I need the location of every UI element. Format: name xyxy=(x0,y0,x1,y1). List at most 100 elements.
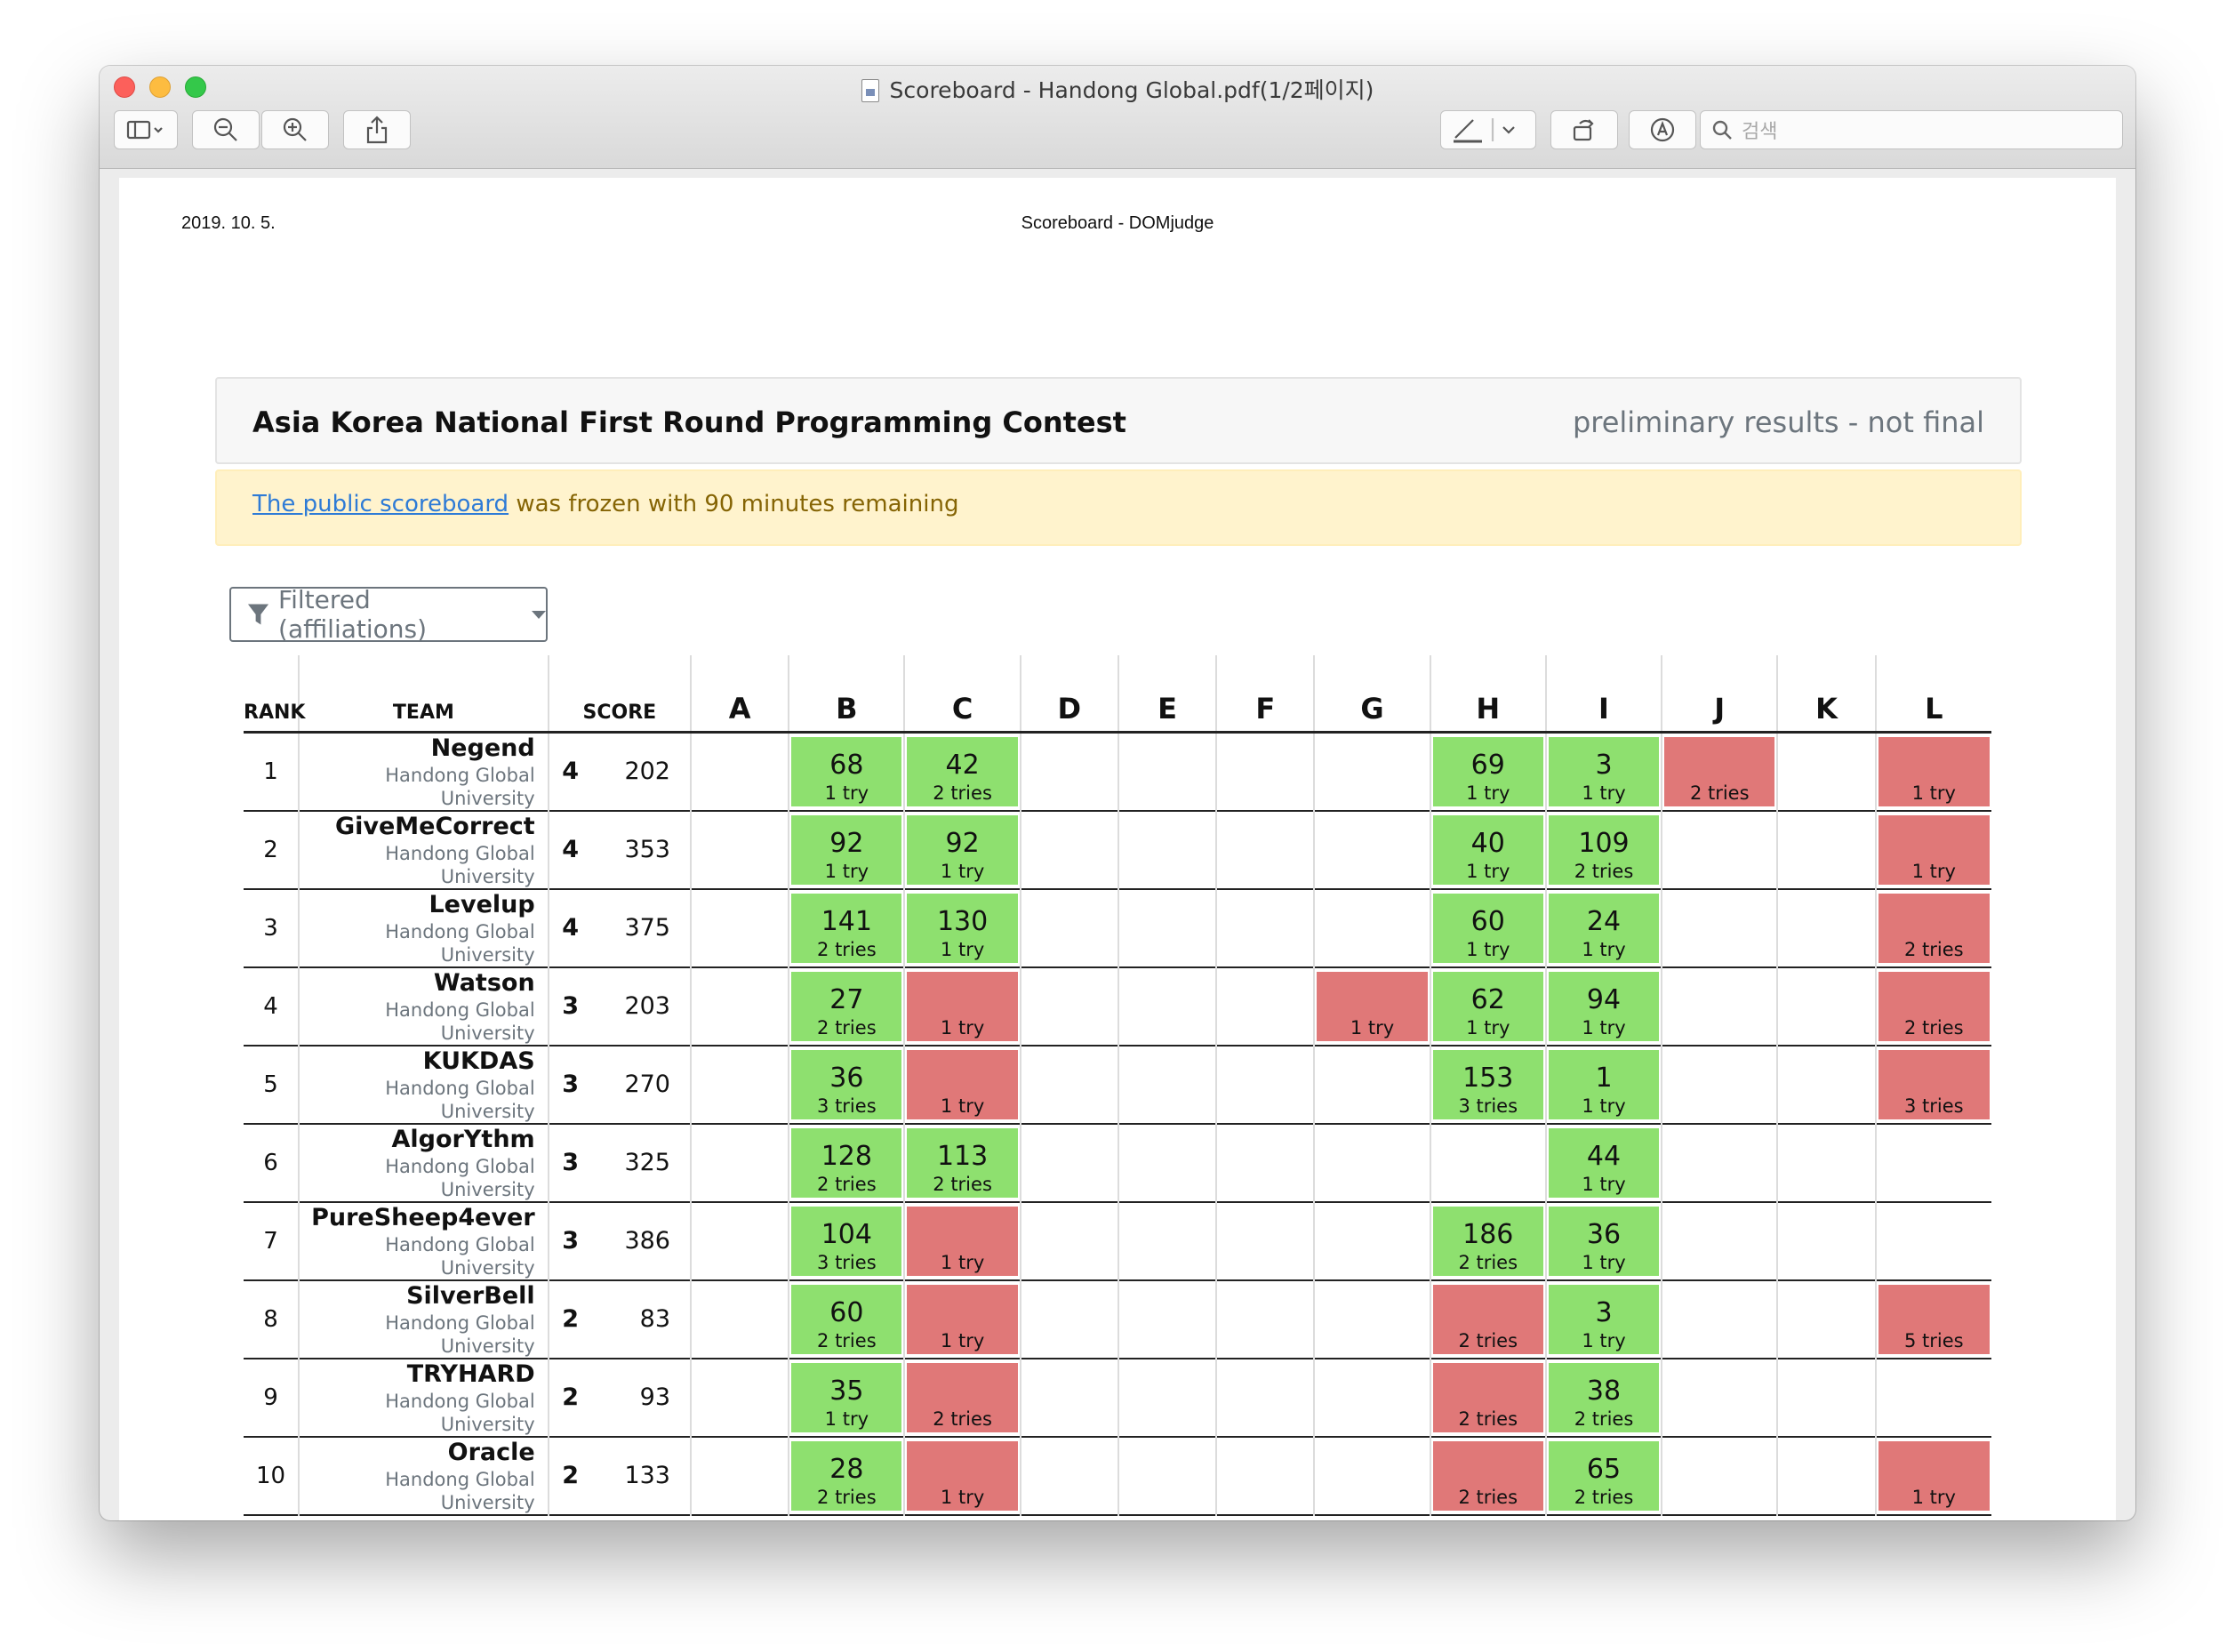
team-header[interactable]: TEAM xyxy=(298,655,549,732)
problem-header-h[interactable]: H xyxy=(1429,655,1546,732)
problem-cell-l[interactable]: 1 try xyxy=(1874,810,1991,889)
problem-cell-b[interactable]: 36 3 tries xyxy=(788,1045,905,1124)
team-cell[interactable]: AlgorYthm Handong Global University xyxy=(298,1123,549,1202)
problem-cell-b[interactable]: 60 2 tries xyxy=(788,1279,905,1359)
team-name: AlgorYthm xyxy=(391,1125,535,1153)
table-row[interactable]: 7 PureSheep4ever Handong Global University… xyxy=(244,1201,1991,1280)
team-cell[interactable]: Levelup Handong Global University xyxy=(298,888,549,967)
problem-cell-b[interactable]: 68 1 try xyxy=(788,732,905,811)
failed-result-badge: 2 tries xyxy=(1432,1440,1543,1511)
problem-header-e[interactable]: E xyxy=(1117,655,1217,732)
sidebar-toggle-button[interactable] xyxy=(114,110,178,149)
problem-cell-i[interactable]: 38 2 tries xyxy=(1544,1358,1662,1437)
problem-cell-i[interactable]: 109 2 tries xyxy=(1544,810,1662,889)
problem-cell-c[interactable]: 92 1 try xyxy=(903,810,1021,889)
problem-cell-l[interactable]: 3 tries xyxy=(1874,1045,1991,1124)
problem-cell-h[interactable]: 2 tries xyxy=(1429,1358,1546,1437)
problem-cell-h[interactable]: 60 1 try xyxy=(1429,888,1546,967)
solved-result-badge: 11 try xyxy=(1548,1049,1660,1119)
problem-cell-c[interactable]: 1 try xyxy=(903,1045,1021,1124)
problem-header-a[interactable]: A xyxy=(689,655,789,732)
team-cell[interactable]: Oracle Handong Global University xyxy=(298,1436,549,1515)
problem-cell-h[interactable]: 153 3 tries xyxy=(1429,1045,1546,1124)
problem-cell-l[interactable]: 1 try xyxy=(1874,1436,1991,1515)
share-icon xyxy=(366,116,388,144)
problem-cell-c[interactable]: 42 2 tries xyxy=(903,732,1021,811)
search-input[interactable]: 검색 xyxy=(1700,110,2123,149)
team-cell[interactable]: Watson Handong Global University xyxy=(298,966,549,1046)
problem-cell-i[interactable]: 24 1 try xyxy=(1544,888,1662,967)
problem-cell-c[interactable]: 130 1 try xyxy=(903,888,1021,967)
markup-button[interactable] xyxy=(1440,110,1536,149)
table-row[interactable]: 4 Watson Handong Global University 3 203 27 2 … xyxy=(244,966,1991,1046)
problem-header-c[interactable]: C xyxy=(903,655,1021,732)
problem-header-f[interactable]: F xyxy=(1215,655,1315,732)
problem-cell-i[interactable]: 31 try xyxy=(1544,1279,1662,1359)
affiliation-filter-button[interactable]: Filtered (affiliations) xyxy=(229,585,548,644)
problem-cell-i[interactable]: 31 try xyxy=(1544,732,1662,811)
table-row[interactable]: 10 Oracle Handong Global University 2 133 28 2… xyxy=(244,1436,1991,1515)
problem-cell-h[interactable]: 2 tries xyxy=(1429,1436,1546,1515)
annotate-button[interactable] xyxy=(1629,110,1696,149)
problem-cell-k xyxy=(1776,1045,1876,1124)
problem-cell-c[interactable]: 2 tries xyxy=(903,1358,1021,1437)
tries-count: 1 try xyxy=(1466,860,1510,882)
problem-cell-g[interactable]: 1 try xyxy=(1313,966,1430,1046)
team-cell[interactable]: SilverBell Handong Global University xyxy=(298,1279,549,1359)
zoom-in-button[interactable] xyxy=(261,110,329,149)
problem-cell-i[interactable]: 94 1 try xyxy=(1544,966,1662,1046)
problem-cell-l[interactable]: 1 try xyxy=(1874,732,1991,811)
problem-cell-l[interactable]: 5 tries xyxy=(1874,1279,1991,1359)
table-row[interactable]: 1 Negend Handong Global University 4 202 68 1 … xyxy=(244,732,1991,811)
problem-cell-h[interactable]: 2 tries xyxy=(1429,1279,1546,1359)
problem-cell-g xyxy=(1313,1358,1430,1437)
problem-cell-h[interactable]: 186 2 tries xyxy=(1429,1201,1546,1280)
rotate-button[interactable] xyxy=(1550,110,1618,149)
table-row[interactable]: 8 SilverBell Handong Global University 2 83 6… xyxy=(244,1279,1991,1359)
problem-cell-c[interactable]: 1 try xyxy=(903,1201,1021,1280)
problem-cell-b[interactable]: 28 2 tries xyxy=(788,1436,905,1515)
problem-cell-h[interactable]: 69 1 try xyxy=(1429,732,1546,811)
problem-cell-l[interactable]: 2 tries xyxy=(1874,888,1991,967)
problem-cell-b[interactable]: 141 2 tries xyxy=(788,888,905,967)
zoom-out-button[interactable] xyxy=(192,110,260,149)
problem-header-g[interactable]: G xyxy=(1313,655,1430,732)
problem-header-k[interactable]: K xyxy=(1776,655,1876,732)
score-header[interactable]: SCORE xyxy=(547,655,691,732)
problem-cell-b[interactable]: 104 3 tries xyxy=(788,1201,905,1280)
problem-cell-i[interactable]: 65 2 tries xyxy=(1544,1436,1662,1515)
problem-cell-b[interactable]: 128 2 tries xyxy=(788,1123,905,1202)
table-row[interactable]: 3 Levelup Handong Global University 4 375 141… xyxy=(244,888,1991,967)
problem-cell-c[interactable]: 1 try xyxy=(903,966,1021,1046)
problem-cell-i[interactable]: 36 1 try xyxy=(1544,1201,1662,1280)
problem-cell-i[interactable]: 44 1 try xyxy=(1544,1123,1662,1202)
team-cell[interactable]: TRYHARD Handong Global University xyxy=(298,1358,549,1437)
problem-cell-c[interactable]: 113 2 tries xyxy=(903,1123,1021,1202)
problem-header-d[interactable]: D xyxy=(1019,655,1118,732)
problem-header-l[interactable]: L xyxy=(1874,655,1991,732)
problem-cell-h[interactable]: 62 1 try xyxy=(1429,966,1546,1046)
problem-cell-b[interactable]: 92 1 try xyxy=(788,810,905,889)
problem-cell-c[interactable]: 1 try xyxy=(903,1279,1021,1359)
public-scoreboard-link[interactable]: The public scoreboard xyxy=(252,491,509,517)
table-row[interactable]: 5 KUKDAS Handong Global University 3 270 36 3 … xyxy=(244,1045,1991,1124)
share-button[interactable] xyxy=(343,110,411,149)
team-cell[interactable]: KUKDAS Handong Global University xyxy=(298,1045,549,1124)
table-row[interactable]: 6 AlgorYthm Handong Global University 3 325 1… xyxy=(244,1123,1991,1202)
problem-header-b[interactable]: B xyxy=(788,655,905,732)
table-row[interactable]: 9 TRYHARD Handong Global University 2 93 35 1 … xyxy=(244,1358,1991,1437)
problem-header-j[interactable]: J xyxy=(1661,655,1778,732)
problem-cell-i[interactable]: 11 try xyxy=(1544,1045,1662,1124)
team-cell[interactable]: GiveMeCorrect Handong Global University xyxy=(298,810,549,889)
problem-cell-b[interactable]: 27 2 tries xyxy=(788,966,905,1046)
problem-header-i[interactable]: I xyxy=(1544,655,1662,732)
rank-header[interactable]: RANK xyxy=(244,655,305,732)
team-cell[interactable]: Negend Handong Global University xyxy=(298,732,549,811)
problem-cell-c[interactable]: 1 try xyxy=(903,1436,1021,1515)
problem-cell-l[interactable]: 2 tries xyxy=(1874,966,1991,1046)
problem-cell-h[interactable]: 40 1 try xyxy=(1429,810,1546,889)
team-cell[interactable]: PureSheep4ever Handong Global University xyxy=(298,1201,549,1280)
table-row[interactable]: 2 GiveMeCorrect Handong Global University 4… xyxy=(244,810,1991,889)
problem-cell-b[interactable]: 35 1 try xyxy=(788,1358,905,1437)
problem-cell-j[interactable]: 2 tries xyxy=(1661,732,1778,811)
